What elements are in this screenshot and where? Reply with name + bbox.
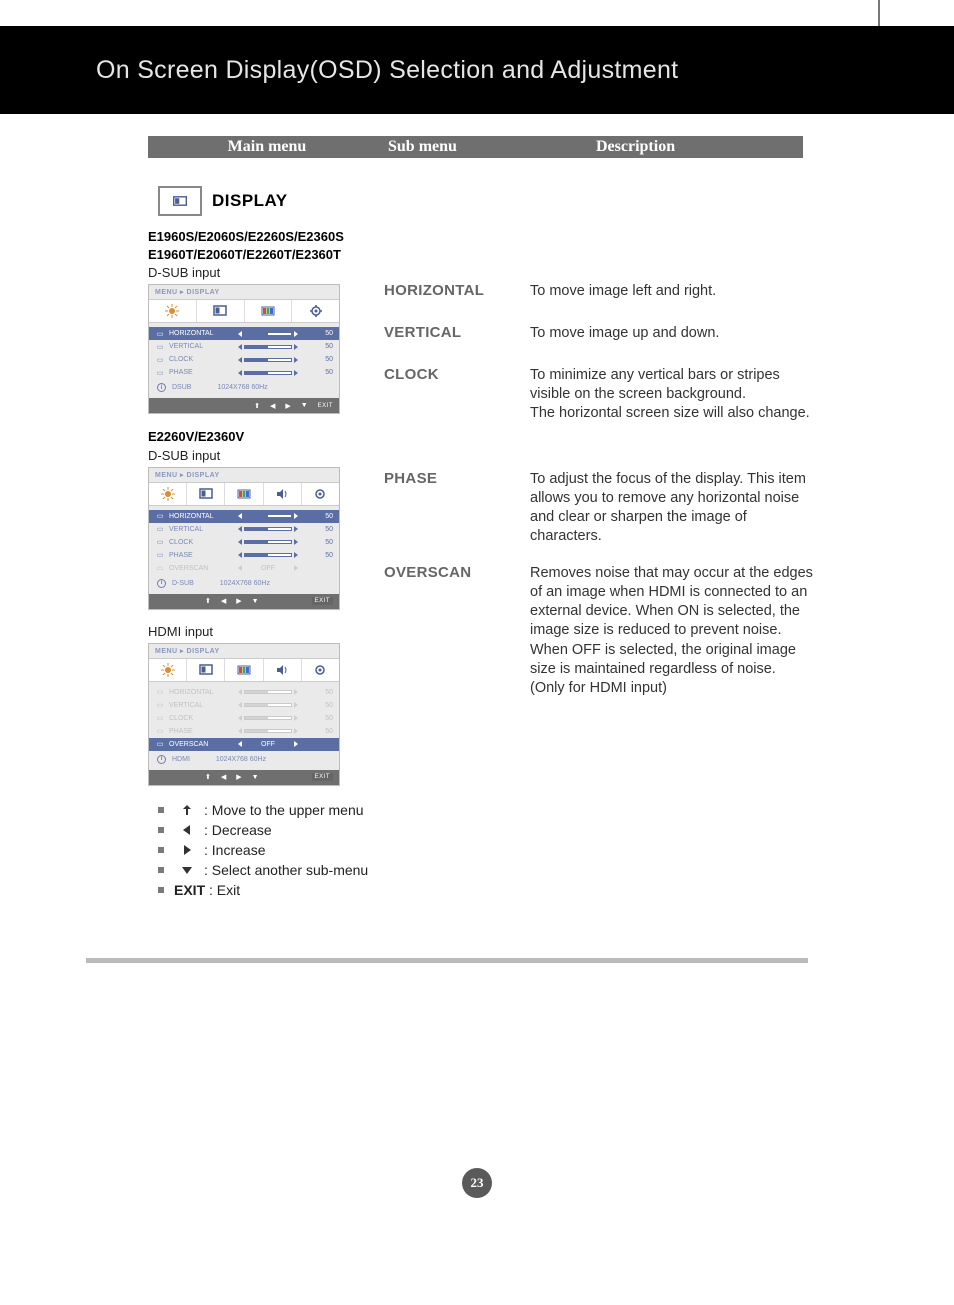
osd2b-tab-color-icon [225,659,263,681]
osd1-tab-display-icon [197,300,245,322]
osd2b-nav: ⬆◀▶▼ EXIT [149,770,339,785]
left-arrow-icon [174,823,200,837]
model-list-1a: E1960S/E2060S/E2260S/E2360S [148,228,384,246]
osd2b-row-vertical: ▭VERTICAL50 [149,699,339,712]
page-title: On Screen Display(OSD) Selection and Adj… [96,56,678,85]
osd2b-row-phase: ▭PHASE50 [149,725,339,738]
header-description: Description [556,138,803,156]
content-area: Main menu Sub menu Description DISPLAY E… [148,136,803,900]
input-type-1: D-SUB input [148,265,384,280]
osd2a-row-horizontal: ▭HORIZONTAL50 [149,510,339,523]
submenu-phase: PHASE [384,470,437,487]
display-label: DISPLAY [212,191,288,211]
osd2a-tab-display-icon [187,483,225,505]
osd1-row-clock: ▭CLOCK50 [149,353,339,366]
osd2a-tab-volume-icon [264,483,302,505]
osd2b-row-overscan: ▭OVERSCANOFF [149,738,339,751]
submenu-clock: CLOCK [384,366,439,383]
model-list-2: E2260V/E2360V [148,428,384,446]
header-sub-menu: Sub menu [386,138,556,156]
desc-overscan: Removes noise that may occur at the edge… [530,564,820,698]
desc-phase: To adjust the focus of the display. This… [530,470,820,547]
submenu-horizontal: HORIZONTAL [384,282,484,299]
osd1-tab-color-icon [245,300,293,322]
osd1-row-horizontal: ▭HORIZONTAL50 [149,327,339,340]
description-column: To move image left and right. To move im… [530,186,803,900]
osd2b-tab-volume-icon [264,659,302,681]
submenu-vertical: VERTICAL [384,324,461,341]
main-menu-column: DISPLAY E1960S/E2060S/E2260S/E2360S E196… [148,186,384,900]
input-type-2a: D-SUB input [148,448,384,463]
osd2a-row-phase: ▭PHASE50 [149,549,339,562]
right-arrow-icon [174,843,200,857]
osd2b-row-clock: ▭CLOCK50 [149,712,339,725]
osd-screenshot-2a: MENU ▸ DISPLAY ▭HORIZONTAL50 ▭VERTICAL50… [148,467,340,610]
display-icon [158,186,202,216]
osd1-tabs [149,299,339,323]
osd2a-row-overscan: ▭OVERSCANOFF [149,562,339,575]
up-arrow-icon [174,803,200,817]
sub-menu-column: HORIZONTAL VERTICAL CLOCK PHASE OVERSCAN [384,186,530,900]
osd-screenshot-2b: MENU ▸ DISPLAY ▭HORIZONTAL50 ▭VERTICAL50… [148,643,340,786]
page-number: 23 [462,1168,492,1198]
osd2b-tab-display-icon [187,659,225,681]
down-arrow-icon [174,863,200,877]
osd2a-row-vertical: ▭VERTICAL50 [149,523,339,536]
desc-vertical: To move image up and down. [530,324,820,343]
osd2a-row-clock: ▭CLOCK50 [149,536,339,549]
top-divider [878,0,880,26]
osd2a-tab-color-icon [225,483,263,505]
osd1-tab-brightness-icon [149,300,197,322]
osd2a-nav: ⬆◀▶▼ EXIT [149,594,339,609]
osd1-row-vertical: ▭VERTICAL50 [149,340,339,353]
column-header: Main menu Sub menu Description [148,136,803,158]
bottom-rule [86,958,808,963]
osd2b-tab-settings-icon [302,659,339,681]
osd1-row-phase: ▭PHASE50 [149,366,339,379]
desc-horizontal: To move image left and right. [530,282,820,301]
osd-screenshot-1: MENU ▸ DISPLAY ▭HORIZONTAL50 ▭VERTICAL50… [148,284,340,414]
submenu-overscan: OVERSCAN [384,564,471,581]
osd2b-tab-brightness-icon [149,659,187,681]
title-band: On Screen Display(OSD) Selection and Adj… [0,26,954,114]
legend: : Move to the upper menu : Decrease : In… [158,800,384,900]
osd2a-tab-brightness-icon [149,483,187,505]
desc-clock: To minimize any vertical bars or stripes… [530,366,820,423]
osd2b-row-horizontal: ▭HORIZONTAL50 [149,686,339,699]
osd1-tab-settings-icon [292,300,339,322]
osd2a-tab-settings-icon [302,483,339,505]
osd1-breadcrumb: MENU ▸ DISPLAY [149,285,339,299]
input-type-2b: HDMI input [148,624,384,639]
header-main-menu: Main menu [148,138,386,156]
model-list-1b: E1960T/E2060T/E2260T/E2360T [148,246,384,264]
osd1-nav: ⬆◀▶▼ EXIT [149,398,339,413]
